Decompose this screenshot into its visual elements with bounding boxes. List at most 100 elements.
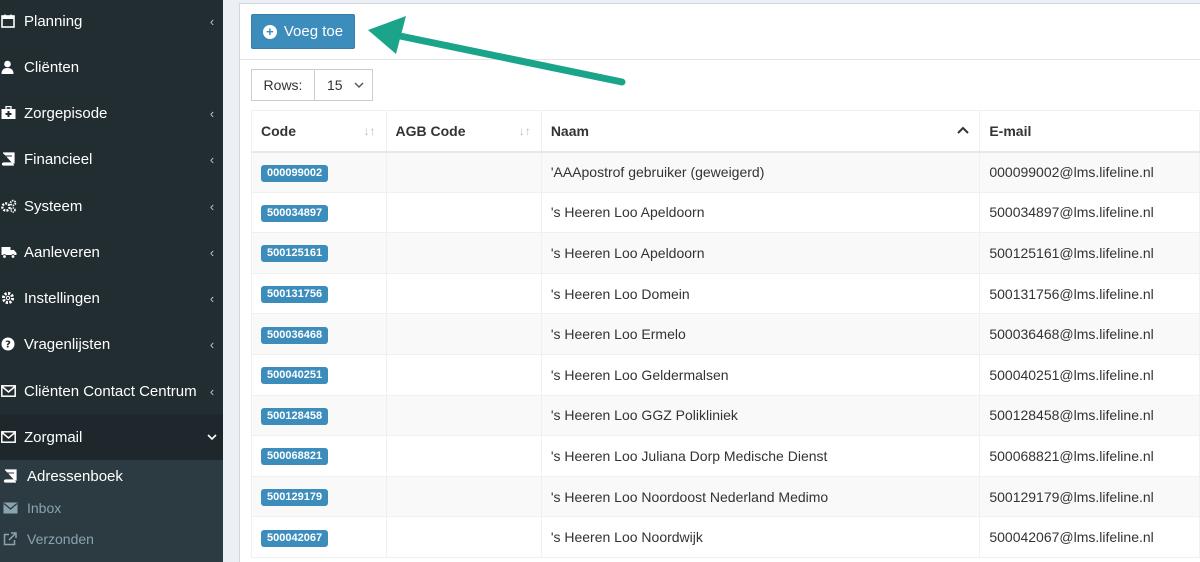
sidebar-item-zorgepisode[interactable]: Zorgepisode ‹ bbox=[0, 90, 223, 136]
code-badge[interactable]: 500034897 bbox=[261, 204, 329, 222]
sidebar-item-label: Cliënten Contact Centrum bbox=[24, 382, 197, 400]
cell-agb-code bbox=[385, 475, 542, 518]
column-header-code[interactable]: Code ↓↑ bbox=[251, 110, 387, 153]
cell-email: 500042067@lms.lifeline.nl bbox=[979, 516, 1200, 558]
sidebar-item-label: Zorgmail bbox=[24, 428, 83, 446]
table-row[interactable]: 500040251 's Heeren Loo Geldermalsen 50004… bbox=[251, 353, 1200, 396]
cell-email: 500034897@lms.lifeline.nl bbox=[979, 191, 1200, 234]
chevron-down-icon bbox=[354, 82, 364, 88]
zorgmail-submenu: Adressenboek Inbox Verzonden bbox=[0, 460, 223, 562]
envelope-icon bbox=[0, 431, 24, 443]
sidebar-item-label: Planning bbox=[24, 12, 83, 30]
table-row[interactable]: 500034897 's Heeren Loo Apeldoorn 50003489… bbox=[251, 191, 1200, 234]
chevron-left-icon: ‹ bbox=[209, 244, 215, 260]
table-row[interactable]: 500068821 's Heeren Loo Juliana Dorp Medi… bbox=[251, 435, 1200, 477]
code-badge[interactable]: 500036468 bbox=[261, 326, 329, 344]
rows-label: Rows: bbox=[252, 70, 315, 100]
code-badge[interactable]: 500125161 bbox=[261, 245, 329, 263]
sort-icon: ↓↑ bbox=[518, 124, 531, 138]
chevron-left-icon: ‹ bbox=[209, 13, 215, 29]
chevron-left-icon: ‹ bbox=[209, 336, 215, 352]
cell-code: 000099002 bbox=[251, 151, 387, 193]
cell-code: 500036468 bbox=[251, 313, 387, 355]
cell-naam: 's Heeren Loo Apeldoorn bbox=[540, 232, 981, 274]
code-badge[interactable]: 500131756 bbox=[261, 286, 329, 304]
sidebar-item-planning[interactable]: Planning ‹ bbox=[0, 0, 223, 44]
cell-agb-code bbox=[385, 232, 542, 274]
cell-agb-code bbox=[385, 394, 542, 437]
cell-code: 500040251 bbox=[251, 353, 387, 396]
sort-icon: ↓↑ bbox=[363, 124, 376, 138]
sidebar-item-clienten[interactable]: Cliënten bbox=[0, 44, 223, 90]
rows-select[interactable]: 15 bbox=[315, 70, 372, 100]
cell-email: 500129179@lms.lifeline.nl bbox=[979, 475, 1200, 518]
add-button-label: Voeg toe bbox=[283, 23, 344, 40]
sidebar: Planning ‹ Cliënten Zorgepisode ‹ Financ… bbox=[0, 0, 223, 562]
box-header: + Voeg toe bbox=[240, 4, 1200, 60]
code-badge[interactable]: 500042067 bbox=[261, 529, 329, 547]
table-row[interactable]: 500125161 's Heeren Loo Apeldoorn 50012516… bbox=[251, 232, 1200, 274]
add-button[interactable]: + Voeg toe bbox=[251, 14, 355, 49]
code-badge[interactable]: 000099002 bbox=[261, 164, 329, 182]
sidebar-subitem-adressenboek[interactable]: Adressenboek bbox=[0, 461, 223, 491]
column-header-email[interactable]: E-mail bbox=[979, 110, 1200, 153]
chevron-left-icon: ‹ bbox=[209, 151, 215, 167]
plus-circle-icon: + bbox=[262, 24, 277, 39]
code-badge[interactable]: 500128458 bbox=[261, 407, 329, 425]
sidebar-item-financieel[interactable]: Financieel ‹ bbox=[0, 136, 223, 182]
sort-asc-icon bbox=[957, 122, 970, 137]
cell-naam: 's Heeren Loo Juliana Dorp Medische Dien… bbox=[540, 435, 981, 477]
sidebar-item-systeem[interactable]: Systeem ‹ bbox=[0, 183, 223, 229]
sidebar-subitem-verzonden[interactable]: Verzonden bbox=[0, 524, 223, 554]
medkit-icon bbox=[0, 106, 24, 120]
sidebar-item-instellingen[interactable]: Instellingen ‹ bbox=[0, 275, 223, 321]
sidebar-item-label: Vragenlijsten bbox=[24, 335, 111, 353]
cell-email: 500125161@lms.lifeline.nl bbox=[979, 232, 1200, 274]
cell-code: 500128458 bbox=[251, 394, 387, 437]
code-badge[interactable]: 500129179 bbox=[261, 489, 329, 507]
cell-naam: 'AAApostrof gebruiker (geweigerd) bbox=[540, 151, 981, 193]
table-row[interactable]: 500036468 's Heeren Loo Ermelo 500036468@l… bbox=[251, 313, 1200, 355]
sidebar-item-clienten-contact-centrum[interactable]: Cliënten Contact Centrum ‹ bbox=[0, 368, 223, 414]
sidebar-item-label: Instellingen bbox=[24, 289, 100, 307]
sidebar-item-label: Financieel bbox=[24, 150, 93, 168]
cell-agb-code bbox=[385, 313, 542, 355]
address-book-box: + Voeg toe Rows: 15 Code↓↑ AGB Code↓↑ bbox=[239, 3, 1200, 562]
sidebar-item-label: Zorgepisode bbox=[24, 104, 108, 122]
table-body: 000099002 'AAApostrof gebruiker (geweiger… bbox=[251, 151, 1200, 558]
table-row[interactable]: 500042067 's Heeren Loo Noordwijk 50004206… bbox=[251, 516, 1200, 558]
cell-agb-code bbox=[385, 353, 542, 396]
cell-email: 500036468@lms.lifeline.nl bbox=[979, 313, 1200, 355]
book-icon bbox=[0, 152, 24, 166]
sidebar-item-vragenlijsten[interactable]: ? Vragenlijsten ‹ bbox=[0, 321, 223, 367]
cell-agb-code bbox=[385, 435, 542, 477]
rows-per-page: Rows: 15 bbox=[251, 69, 373, 101]
gears-icon bbox=[0, 199, 24, 213]
sidebar-item-aanleveren[interactable]: Aanleveren ‹ bbox=[0, 229, 223, 275]
address-table: Code ↓↑ AGB Code ↓↑ Naam E-mail 000099002 '… bbox=[251, 110, 1200, 558]
svg-text:?: ? bbox=[5, 340, 11, 351]
cell-naam: 's Heeren Loo Apeldoorn bbox=[540, 191, 981, 234]
cell-naam: 's Heeren Loo Ermelo bbox=[540, 313, 981, 355]
table-row[interactable]: 500129179 's Heeren Loo Noordoost Nederla… bbox=[251, 475, 1200, 518]
cell-code: 500042067 bbox=[251, 516, 387, 558]
question-circle-icon: ? bbox=[0, 337, 24, 351]
code-badge[interactable]: 500068821 bbox=[261, 448, 329, 466]
cell-email: 500068821@lms.lifeline.nl bbox=[979, 435, 1200, 477]
sidebar-subitem-inbox[interactable]: Inbox bbox=[0, 493, 223, 523]
table-row[interactable]: 000099002 'AAApostrof gebruiker (geweiger… bbox=[251, 151, 1200, 193]
cell-agb-code bbox=[385, 151, 542, 193]
envelope-icon bbox=[0, 385, 24, 397]
table-row[interactable]: 500131756 's Heeren Loo Domein 500131756@l… bbox=[251, 272, 1200, 315]
cell-code: 500034897 bbox=[251, 191, 387, 234]
column-header-naam[interactable]: Naam bbox=[540, 110, 981, 153]
sidebar-item-label: Aanleveren bbox=[24, 243, 100, 261]
cell-email: 500128458@lms.lifeline.nl bbox=[979, 394, 1200, 437]
sidebar-item-zorgmail[interactable]: Zorgmail bbox=[0, 414, 223, 460]
sidebar-subitem-label: Adressenboek bbox=[27, 467, 123, 485]
column-header-agb-code[interactable]: AGB Code ↓↑ bbox=[385, 110, 542, 153]
cell-agb-code bbox=[385, 191, 542, 234]
code-badge[interactable]: 500040251 bbox=[261, 367, 329, 385]
cell-code: 500131756 bbox=[251, 272, 387, 315]
table-row[interactable]: 500128458 's Heeren Loo GGZ Polikliniek 50… bbox=[251, 394, 1200, 437]
